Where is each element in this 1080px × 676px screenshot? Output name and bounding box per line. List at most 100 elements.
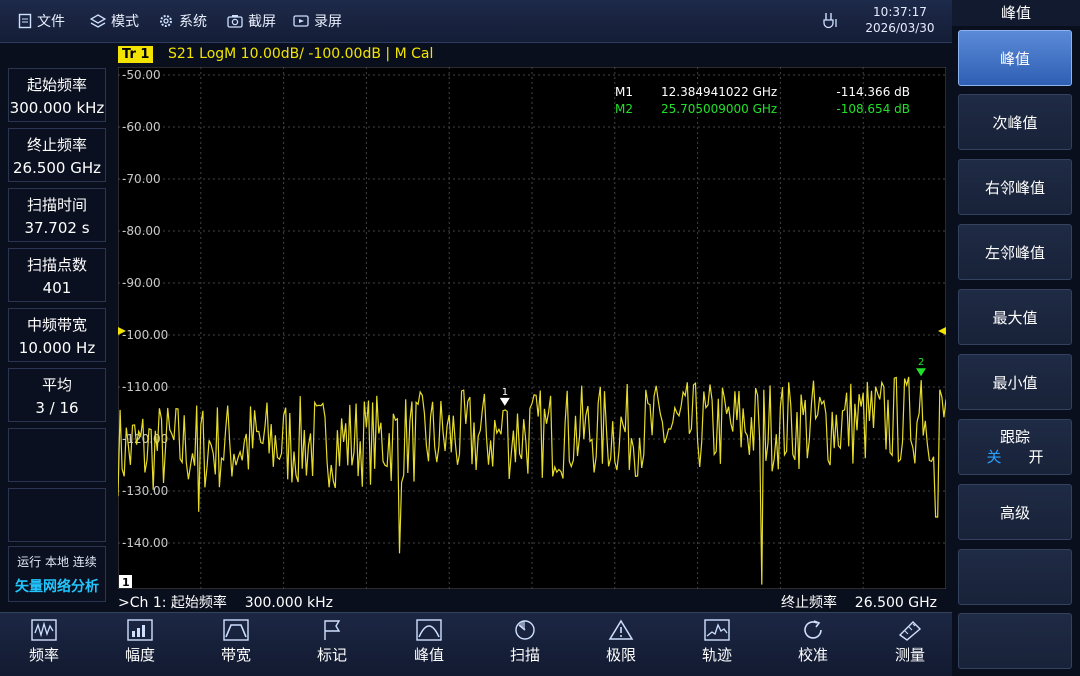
marker-1-glyph-label: 1: [502, 387, 508, 398]
average-value: 3 / 16: [35, 399, 79, 417]
empty-param-box-1[interactable]: [8, 428, 106, 482]
toolbar-measure[interactable]: 测量: [875, 619, 945, 665]
gear-icon: [160, 15, 172, 27]
marker-2-glyph-label: 2: [918, 357, 924, 368]
toolbar-trace-label: 轨迹: [701, 646, 732, 664]
advanced-button[interactable]: 高级: [958, 484, 1072, 540]
menu-system-label: 系统: [179, 14, 207, 30]
toolbar-marker[interactable]: 标记: [297, 619, 367, 665]
run-status: 运行 本地 连续: [17, 555, 97, 569]
m2-frequency: 25.705009000 GHz: [661, 102, 777, 116]
menu-file[interactable]: 文件: [18, 10, 65, 32]
empty-param-box-2[interactable]: [8, 488, 106, 542]
menu-screenshot[interactable]: 截屏: [227, 10, 276, 32]
toolbar-sweep[interactable]: 扫描: [490, 619, 560, 665]
left-peak-button[interactable]: 左邻峰值: [958, 224, 1072, 280]
tracking-on-option[interactable]: 开: [1028, 447, 1043, 467]
toolbar-bandwidth-label: 带宽: [220, 646, 251, 664]
stop-freq-label: 终止频率: [26, 136, 87, 154]
empty-button-1[interactable]: [958, 549, 1072, 605]
toolbar-calibrate-label: 校准: [797, 646, 828, 664]
top-bar: 文件 模式 系统 截屏 录屏 10:37:17 2026/03/30: [0, 0, 952, 43]
average-label: 平均: [41, 376, 72, 394]
tracking-toggle[interactable]: 跟踪 关 开: [958, 419, 1072, 475]
max-button[interactable]: 最大值: [958, 289, 1072, 345]
ruler-icon: [898, 621, 922, 641]
channel-start-info: >Ch 1: 起始频率 300.000 kHz: [118, 595, 334, 611]
right-peak-button[interactable]: 右邻峰值: [958, 159, 1072, 215]
bandwidth-icon: [223, 619, 249, 641]
toolbar-amplitude[interactable]: 幅度: [105, 619, 175, 665]
if-bandwidth-box[interactable]: 中频带宽 10.000 Hz: [8, 308, 106, 362]
if-bandwidth-value: 10.000 Hz: [18, 339, 96, 357]
stop-freq-value: 26.500 GHz: [12, 159, 102, 177]
trace-chart[interactable]: -50.00 -60.00 -70.00 -80.00 -90.00 -100.00 -11…: [118, 67, 946, 589]
y-tick-label: -50.00: [122, 68, 161, 82]
menu-record[interactable]: 录屏: [293, 10, 342, 32]
toolbar-measure-label: 测量: [894, 646, 925, 664]
amplitude-icon: [127, 619, 153, 641]
toolbar-limit-label: 极限: [605, 646, 636, 664]
record-icon: [293, 15, 309, 27]
trace-badge[interactable]: Tr 1: [118, 46, 154, 63]
right-panel-title: 峰值: [952, 0, 1080, 26]
start-freq-value: 300.000 kHz: [9, 99, 105, 117]
menu-system[interactable]: 系统: [158, 10, 207, 32]
toolbar-trace[interactable]: 轨迹: [682, 619, 752, 665]
start-freq-label: 起始频率: [26, 76, 87, 94]
average-box[interactable]: 平均 3 / 16: [8, 368, 106, 422]
peak-icon: [416, 619, 442, 641]
clock: 10:37:17 2026/03/30: [860, 4, 940, 36]
m1-value: -114.366 dB: [836, 85, 910, 99]
toolbar-peak[interactable]: 峰值: [394, 619, 464, 665]
y-tick-label: -70.00: [122, 172, 161, 186]
peak-button[interactable]: 峰值: [958, 30, 1072, 86]
toolbar-frequency-label: 频率: [28, 646, 59, 664]
tracking-off-option[interactable]: 关: [986, 447, 1001, 467]
toolbar-frequency[interactable]: 频率: [9, 619, 79, 665]
sweep-points-label: 扫描点数: [26, 256, 87, 274]
y-tick-label: -100.00: [122, 328, 168, 342]
menu-mode[interactable]: 模式: [90, 10, 139, 32]
y-tick-label: -90.00: [122, 276, 161, 290]
status-box: 运行 本地 连续 矢量网络分析: [8, 546, 106, 602]
sweep-time-box[interactable]: 扫描时间 37.702 s: [8, 188, 106, 242]
sweep-points-value: 401: [42, 279, 72, 297]
y-tick-label: -80.00: [122, 224, 161, 238]
menu-record-label: 录屏: [314, 14, 342, 30]
toolbar-limit[interactable]: 极限: [586, 619, 656, 665]
clock-time: 10:37:17: [873, 5, 927, 19]
marker-flag-icon: [324, 620, 341, 640]
stop-freq-box[interactable]: 终止频率 26.500 GHz: [8, 128, 106, 182]
camera-icon: [227, 15, 243, 28]
usb-icon: [823, 13, 837, 29]
layers-icon: [90, 14, 106, 28]
limit-warning-icon: [608, 619, 634, 640]
empty-button-2[interactable]: [958, 613, 1072, 669]
toolbar-amplitude-label: 幅度: [124, 646, 155, 664]
toolbar-bandwidth[interactable]: 带宽: [201, 619, 271, 665]
mode-name: 矢量网络分析: [15, 579, 99, 595]
y-tick-label: -60.00: [122, 120, 161, 134]
m1-name: M1: [615, 85, 633, 99]
toolbar-marker-label: 标记: [316, 646, 347, 664]
min-button[interactable]: 最小值: [958, 354, 1072, 410]
menu-screenshot-label: 截屏: [248, 14, 276, 30]
sweep-icon: [515, 620, 535, 640]
document-icon: [18, 13, 32, 29]
if-bandwidth-label: 中频带宽: [26, 316, 87, 334]
next-peak-button[interactable]: 次峰值: [958, 94, 1072, 150]
start-freq-box[interactable]: 起始频率 300.000 kHz: [8, 68, 106, 122]
m2-value: -108.654 dB: [836, 102, 910, 116]
tracking-label: 跟踪: [999, 428, 1030, 446]
y-tick-label: -140.00: [122, 536, 168, 550]
clock-date: 2026/03/30: [865, 21, 935, 35]
bottom-toolbar: 频率 幅度 带宽 标记 峰值 扫描 极限 轨迹 校准 测量: [0, 612, 952, 676]
m1-frequency: 12.384941022 GHz: [661, 85, 777, 99]
menu-mode-label: 模式: [111, 14, 139, 30]
toolbar-calibrate[interactable]: 校准: [778, 619, 848, 665]
y-tick-label: -110.00: [122, 380, 168, 394]
channel-number: 1: [122, 576, 130, 589]
sweep-points-box[interactable]: 扫描点数 401: [8, 248, 106, 302]
sweep-time-label: 扫描时间: [26, 196, 87, 214]
